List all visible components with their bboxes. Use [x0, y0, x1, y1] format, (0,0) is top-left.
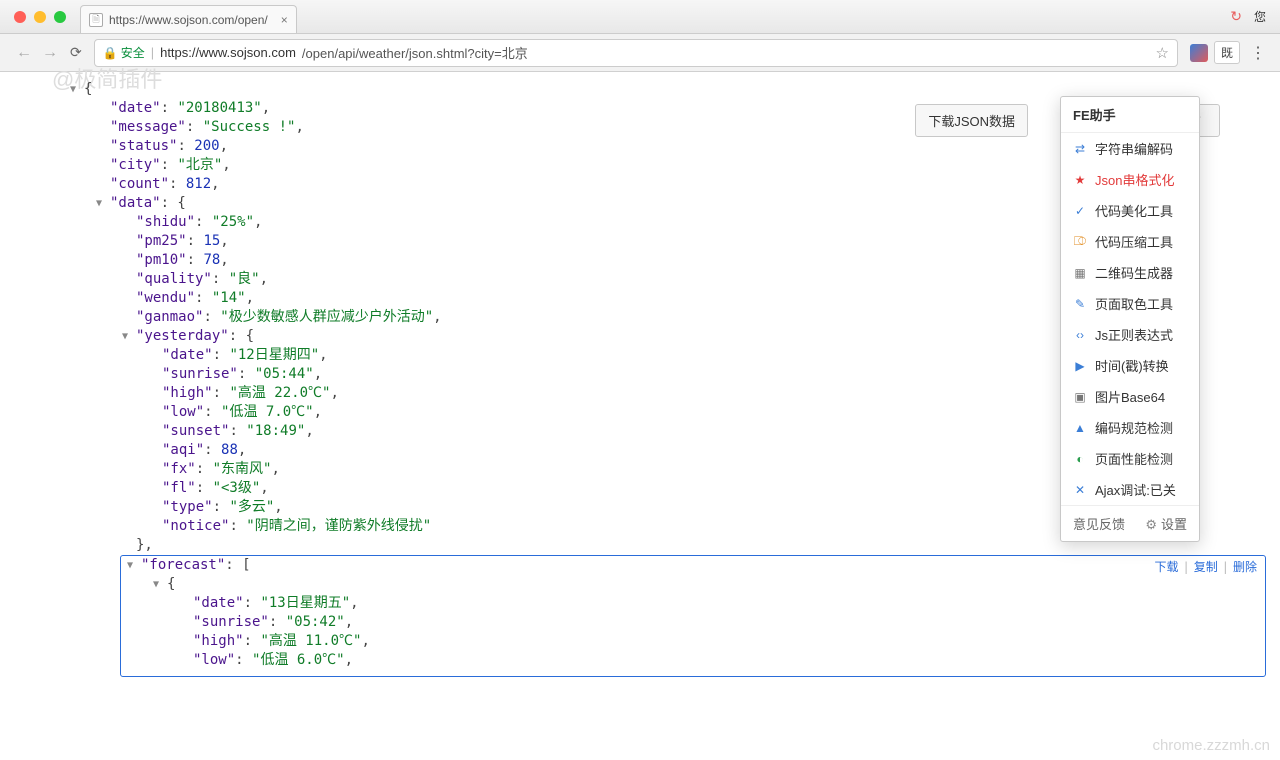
- popup-item[interactable]: ▶ 时间(戳)转换: [1061, 350, 1199, 381]
- popup-item-icon: ▲: [1073, 421, 1087, 435]
- secure-indicator: 🔒 安全: [103, 44, 145, 61]
- back-button[interactable]: ←: [16, 44, 32, 62]
- popup-item[interactable]: ✓ 代码美化工具: [1061, 195, 1199, 226]
- popup-item-label: 二维码生成器: [1095, 263, 1173, 282]
- popup-item-label: 编码规范检测: [1095, 418, 1173, 437]
- popup-item-label: Js正则表达式: [1095, 325, 1173, 344]
- popup-item-icon: ✎: [1073, 297, 1087, 311]
- popup-item-icon: ⇄: [1073, 142, 1087, 156]
- popup-item-icon: ✓: [1073, 204, 1087, 218]
- bookmark-star-icon[interactable]: ☆: [1156, 44, 1169, 62]
- popup-item-icon: ◐: [1073, 452, 1087, 466]
- selected-json-block: 下载|复制|删除 ▼"forecast": [ ▼{ "date": "13日星…: [120, 555, 1266, 677]
- popup-item[interactable]: ▣ 图片Base64: [1061, 381, 1199, 412]
- popup-item-icon: ⎄: [1073, 234, 1087, 249]
- popup-item-icon: ▦: [1073, 266, 1087, 280]
- forward-button[interactable]: →: [42, 44, 58, 62]
- popup-item[interactable]: ⎄ 代码压缩工具: [1061, 226, 1199, 257]
- collapse-toggle-icon[interactable]: ▼: [153, 575, 159, 594]
- reload-button[interactable]: ⟳: [70, 44, 82, 61]
- collapse-toggle-icon[interactable]: ▼: [96, 194, 102, 213]
- close-tab-icon[interactable]: ×: [281, 13, 288, 27]
- popup-item[interactable]: ✕ Ajax调试:已关: [1061, 474, 1199, 505]
- popup-item-label: 时间(戳)转换: [1095, 356, 1169, 375]
- popup-item-label: 页面取色工具: [1095, 294, 1173, 313]
- popup-item-icon: ▶: [1073, 359, 1087, 373]
- popup-item[interactable]: ‹› Js正则表达式: [1061, 319, 1199, 350]
- popup-item-icon: ★: [1073, 173, 1087, 187]
- collapse-toggle-icon[interactable]: ▼: [122, 327, 128, 346]
- popup-title: FE助手: [1061, 97, 1199, 133]
- popup-item[interactable]: ★ Json串格式化: [1061, 164, 1199, 195]
- collapse-toggle-icon[interactable]: ▼: [70, 80, 76, 99]
- browser-tab[interactable]: 🗎 https://www.sojson.com/open/ ×: [80, 5, 297, 33]
- address-bar[interactable]: 🔒 安全 | https://www.sojson.com/open/api/w…: [94, 39, 1178, 67]
- popup-item-icon: ‹›: [1073, 328, 1087, 342]
- popup-item[interactable]: ✎ 页面取色工具: [1061, 288, 1199, 319]
- popup-item-label: 代码美化工具: [1095, 201, 1173, 220]
- maximize-window-button[interactable]: [54, 11, 66, 23]
- url-path: /open/api/weather/json.shtml?city=北京: [302, 43, 528, 62]
- browser-toolbar: ← → ⟳ 🔒 安全 | https://www.sojson.com/open…: [0, 34, 1280, 72]
- popup-item-label: 页面性能检测: [1095, 449, 1173, 468]
- page-icon: 🗎: [89, 13, 103, 27]
- popup-item[interactable]: ⇄ 字符串编解码: [1061, 133, 1199, 164]
- collapse-toggle-icon[interactable]: ▼: [127, 556, 133, 575]
- url-host: https://www.sojson.com: [160, 45, 296, 60]
- window-titlebar: 🗎 https://www.sojson.com/open/ × ↻ 您: [0, 0, 1280, 34]
- profile-label[interactable]: 您: [1254, 8, 1266, 25]
- extension-more-button[interactable]: 既: [1214, 41, 1240, 64]
- json-line: "high": "高温 11.0℃",: [125, 632, 1261, 651]
- popup-item-label: Ajax调试:已关: [1095, 480, 1176, 499]
- fe-helper-extension-icon[interactable]: [1190, 44, 1208, 62]
- traffic-lights: [14, 11, 66, 23]
- popup-item-label: 代码压缩工具: [1095, 232, 1173, 251]
- popup-item[interactable]: ▲ 编码规范检测: [1061, 412, 1199, 443]
- minimize-window-button[interactable]: [34, 11, 46, 23]
- popup-item[interactable]: ◐ 页面性能检测: [1061, 443, 1199, 474]
- json-line: "date": "13日星期五",: [125, 594, 1261, 613]
- popup-item-icon: ✕: [1073, 483, 1087, 497]
- close-window-button[interactable]: [14, 11, 26, 23]
- watermark-right: chrome.zzzmh.cn: [1152, 737, 1270, 754]
- tab-title: https://www.sojson.com/open/: [109, 13, 268, 27]
- popup-item-label: Json串格式化: [1095, 170, 1174, 189]
- sync-icon[interactable]: ↻: [1230, 8, 1242, 25]
- popup-item-label: 图片Base64: [1095, 387, 1165, 406]
- popup-item-label: 字符串编解码: [1095, 139, 1173, 158]
- popup-item[interactable]: ▦ 二维码生成器: [1061, 257, 1199, 288]
- popup-settings-link[interactable]: 设置: [1145, 514, 1187, 533]
- popup-item-icon: ▣: [1073, 390, 1087, 404]
- popup-feedback-link[interactable]: 意见反馈: [1073, 514, 1125, 533]
- json-line: "low": "低温 6.0℃",: [125, 651, 1261, 670]
- browser-menu-icon[interactable]: ⋮: [1246, 43, 1270, 63]
- json-line: "sunrise": "05:42",: [125, 613, 1261, 632]
- fe-helper-popup: FE助手 ⇄ 字符串编解码 ★ Json串格式化 ✓ 代码美化工具 ⎄ 代码压缩工具 ▦ 二维码生…: [1060, 96, 1200, 542]
